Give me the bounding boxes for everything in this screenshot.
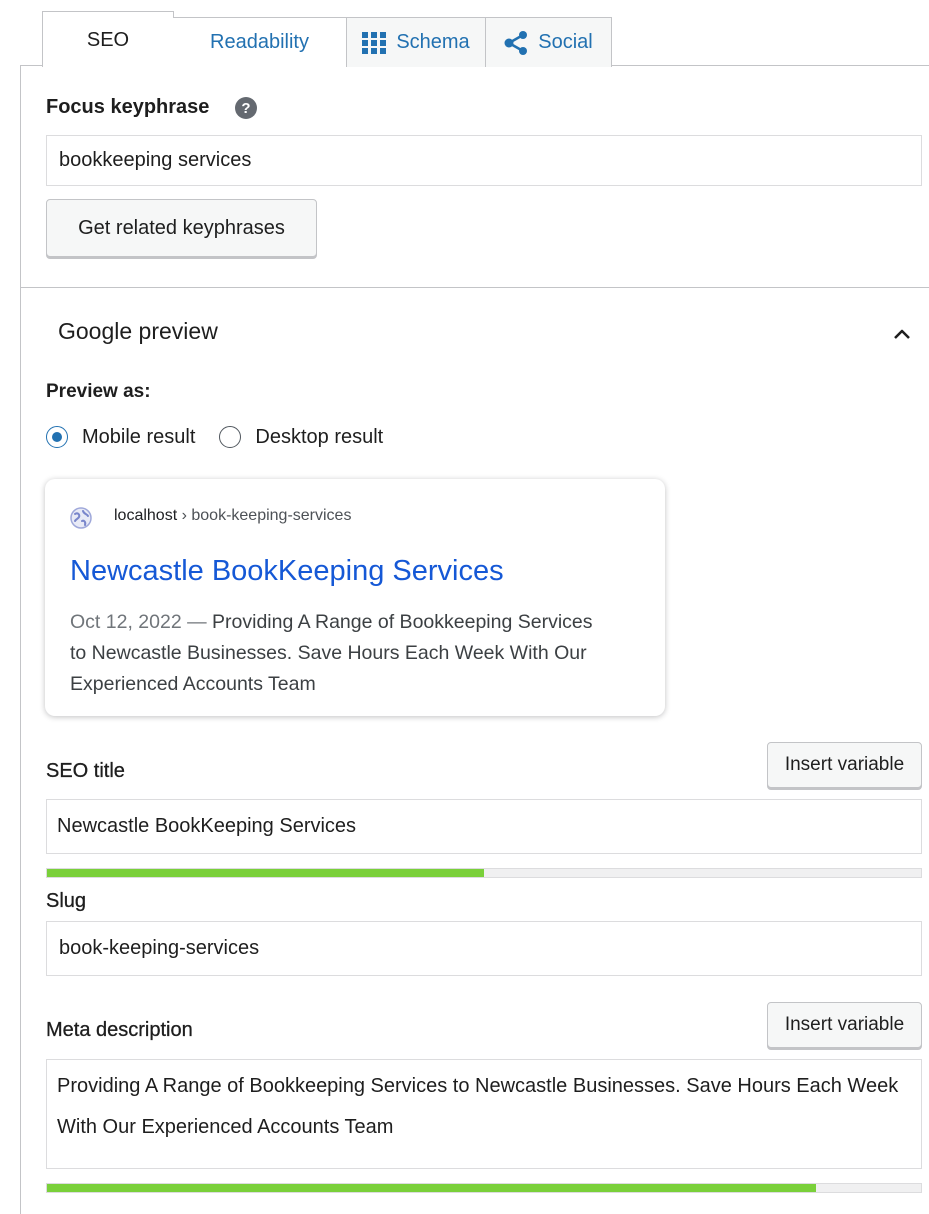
desktop-result-radio[interactable]	[219, 426, 242, 448]
meta-description-label: Meta description	[46, 1019, 193, 1041]
section-divider	[20, 287, 929, 288]
share-icon	[504, 30, 528, 55]
grid-icon	[362, 31, 387, 54]
meta-description-progress-bar	[46, 1183, 922, 1193]
google-preview-title[interactable]: Google preview	[58, 318, 218, 345]
chevron-up-icon[interactable]	[893, 325, 911, 343]
tab-seo-label: SEO	[86, 29, 130, 51]
tab-readability[interactable]: Readability	[173, 17, 347, 67]
tab-schema-label: Schema	[396, 31, 470, 53]
meta-description-textarea[interactable]: Providing A Range of Bookkeeping Service…	[46, 1059, 922, 1169]
desktop-result-label[interactable]: Desktop result	[255, 426, 383, 449]
tab-social[interactable]: Social	[485, 17, 612, 67]
seo-title-progress-bar	[46, 868, 922, 878]
tab-schema[interactable]: Schema	[346, 17, 486, 67]
focus-keyphrase-value: bookkeeping services	[59, 149, 252, 171]
result-title[interactable]: Newcastle BookKeeping Services	[70, 555, 504, 588]
get-related-keyphrases-label: Get related keyphrases	[78, 216, 285, 239]
result-url: localhost › book-keeping-services	[114, 507, 351, 525]
globe-icon	[70, 507, 92, 529]
result-host: localhost	[114, 507, 178, 524]
result-path: book-keeping-services	[191, 507, 352, 524]
meta-description-progress-fill	[47, 1184, 817, 1192]
result-date: Oct 12, 2022	[70, 611, 182, 633]
tab-seo[interactable]: SEO	[42, 11, 174, 67]
metabox-tabs: SEO Readability Schema Social	[20, 0, 929, 67]
preview-as-label: Preview as:	[46, 381, 151, 402]
google-result-card: localhost › book-keeping-services Newcas…	[45, 479, 665, 716]
seo-title-insert-variable-label: Insert variable	[784, 754, 905, 775]
slug-input[interactable]: book-keeping-services	[46, 921, 922, 976]
result-description: Oct 12, 2022 — Providing A Range of Book…	[70, 607, 600, 700]
help-icon[interactable]: ?	[235, 97, 257, 119]
panel-left-border	[20, 66, 21, 1214]
meta-description-insert-variable-label: Insert variable	[784, 1014, 905, 1035]
help-icon-glyph: ?	[241, 99, 251, 117]
slug-value: book-keeping-services	[59, 937, 260, 959]
preview-mode-options: Mobile result Desktop result	[46, 422, 407, 452]
focus-keyphrase-label: Focus keyphrase	[46, 96, 210, 118]
mobile-result-radio[interactable]	[46, 426, 68, 448]
seo-title-insert-variable-button[interactable]: Insert variable	[767, 742, 922, 788]
meta-description-insert-variable-button[interactable]: Insert variable	[767, 1002, 922, 1048]
result-url-separator: ›	[177, 507, 192, 524]
seo-title-label: SEO title	[46, 760, 125, 782]
tab-readability-label: Readability	[210, 31, 309, 53]
tab-social-label: Social	[538, 31, 593, 53]
mobile-result-label[interactable]: Mobile result	[82, 426, 195, 449]
seo-title-value: Newcastle BookKeeping Services	[57, 815, 357, 837]
focus-keyphrase-input[interactable]: bookkeeping services	[46, 135, 922, 186]
result-dash: —	[181, 611, 213, 633]
seo-title-input[interactable]: Newcastle BookKeeping Services	[46, 799, 922, 854]
seo-title-progress-fill	[47, 869, 484, 877]
slug-label: Slug	[46, 890, 87, 912]
get-related-keyphrases-button[interactable]: Get related keyphrases	[46, 199, 317, 257]
meta-description-value: Providing A Range of Bookkeeping Service…	[57, 1075, 899, 1138]
